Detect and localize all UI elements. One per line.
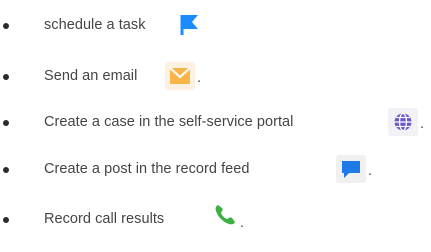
period: . — [368, 163, 373, 179]
list-item-create-case: Create a case in the self-service portal… — [0, 108, 431, 138]
item-text: Send an email — [44, 68, 138, 84]
activity-list: schedule a task Send an email . Create a… — [0, 0, 431, 252]
speech-bubble-icon — [336, 155, 366, 183]
bullet — [3, 217, 9, 223]
globe-icon — [388, 108, 418, 136]
list-item-create-post: Create a post in the record feed . — [0, 155, 431, 185]
item-text: Create a post in the record feed — [44, 161, 250, 177]
period: . — [240, 215, 245, 231]
list-item-send-email: Send an email . — [0, 62, 431, 92]
list-item-record-call: Record call results . — [0, 205, 431, 235]
period: . — [420, 116, 425, 132]
item-text: Record call results — [44, 211, 165, 227]
item-text: schedule a task — [44, 17, 146, 33]
flag-icon — [174, 11, 204, 39]
bullet — [3, 23, 9, 29]
bullet — [3, 167, 9, 173]
list-item-schedule-task: schedule a task — [0, 11, 431, 41]
bullet — [3, 120, 9, 126]
phone-icon — [210, 201, 240, 229]
item-text: Create a case in the self-service portal — [44, 114, 294, 130]
envelope-icon — [165, 62, 195, 90]
period: . — [197, 70, 202, 86]
bullet — [3, 74, 9, 80]
